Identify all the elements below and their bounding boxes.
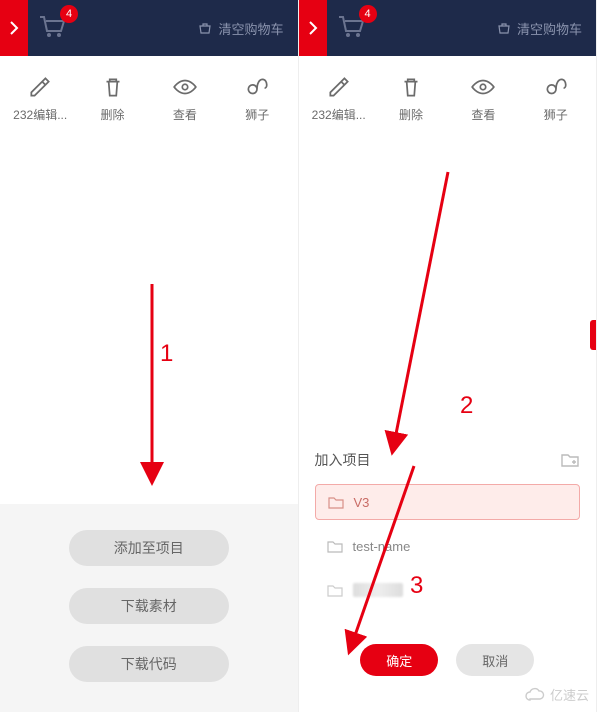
- add-to-project-modal: 加入项目 V3 test-name 确定 取消: [299, 434, 597, 712]
- cancel-button[interactable]: 取消: [456, 644, 534, 676]
- watermark: 亿速云: [524, 685, 589, 704]
- panel-left: 4 清空购物车 232编辑... 删除 查看 狮子 添加至项目 下载素材 下载代…: [0, 0, 299, 712]
- view-icon: [172, 74, 198, 100]
- clear-cart-label: 清空购物车: [517, 19, 582, 38]
- header-right: 4 清空购物车: [299, 0, 597, 56]
- header-left: 4 清空购物车: [0, 0, 298, 56]
- back-button[interactable]: [0, 0, 28, 56]
- tool-label: 查看: [173, 106, 197, 123]
- toolbar-right: 232编辑... 删除 查看 狮子: [299, 56, 597, 133]
- project-row-blurred[interactable]: [315, 572, 581, 608]
- panel-right: 4 清空购物车 232编辑... 删除 查看 狮子 加入项目: [299, 0, 597, 712]
- cart-badge: 4: [359, 5, 377, 23]
- toolbar-left: 232编辑... 删除 查看 狮子: [0, 56, 298, 133]
- edit-icon: [326, 74, 352, 100]
- download-assets-button[interactable]: 下载素材: [69, 588, 229, 624]
- folder-icon: [328, 495, 344, 509]
- folder-icon: [327, 583, 343, 597]
- cart-wrap: 4: [335, 13, 365, 44]
- edit-icon: [27, 74, 53, 100]
- leo-icon: [244, 74, 270, 100]
- tool-delete[interactable]: 删除: [83, 74, 143, 123]
- download-code-button[interactable]: 下载代码: [69, 646, 229, 682]
- tool-delete[interactable]: 删除: [381, 74, 441, 123]
- cloud-icon: [524, 687, 546, 703]
- project-name: test-name: [353, 539, 411, 554]
- tool-label: 232编辑...: [13, 106, 67, 123]
- tool-leo[interactable]: 狮子: [227, 74, 287, 123]
- tool-label: 删除: [101, 106, 125, 123]
- view-icon: [470, 74, 496, 100]
- confirm-button[interactable]: 确定: [360, 644, 438, 676]
- chevron-right-icon: [9, 20, 19, 36]
- tool-label: 查看: [471, 106, 495, 123]
- annotation-3: 3: [410, 572, 423, 600]
- modal-title: 加入项目: [315, 450, 371, 470]
- tool-label: 狮子: [544, 106, 568, 123]
- bottom-actions: 添加至项目 下载素材 下载代码: [0, 504, 298, 712]
- blurred-text: [353, 583, 403, 597]
- tool-view[interactable]: 查看: [155, 74, 215, 123]
- clear-cart-button[interactable]: 清空购物车: [497, 19, 582, 38]
- basket-icon: [198, 21, 212, 35]
- tool-view[interactable]: 查看: [453, 74, 513, 123]
- chevron-right-icon: [308, 20, 318, 36]
- tool-label: 232编辑...: [312, 106, 366, 123]
- back-button[interactable]: [299, 0, 327, 56]
- side-tab[interactable]: [590, 320, 596, 350]
- tool-edit[interactable]: 232编辑...: [309, 74, 369, 123]
- tool-leo[interactable]: 狮子: [526, 74, 586, 123]
- clear-cart-label: 清空购物车: [218, 19, 283, 38]
- cart-badge: 4: [60, 5, 78, 23]
- project-row-selected[interactable]: V3: [315, 484, 581, 520]
- tool-label: 狮子: [245, 106, 269, 123]
- tool-edit[interactable]: 232编辑...: [10, 74, 70, 123]
- cart-wrap: 4: [36, 13, 66, 44]
- project-row[interactable]: test-name: [315, 528, 581, 564]
- clear-cart-button[interactable]: 清空购物车: [198, 19, 283, 38]
- add-folder-icon[interactable]: [560, 450, 580, 470]
- project-name: V3: [354, 495, 370, 510]
- delete-icon: [398, 74, 424, 100]
- annotation-1: 1: [160, 340, 173, 368]
- delete-icon: [100, 74, 126, 100]
- leo-icon: [543, 74, 569, 100]
- tool-label: 删除: [399, 106, 423, 123]
- annotation-2: 2: [460, 392, 473, 420]
- add-to-project-button[interactable]: 添加至项目: [69, 530, 229, 566]
- basket-icon: [497, 21, 511, 35]
- folder-icon: [327, 539, 343, 553]
